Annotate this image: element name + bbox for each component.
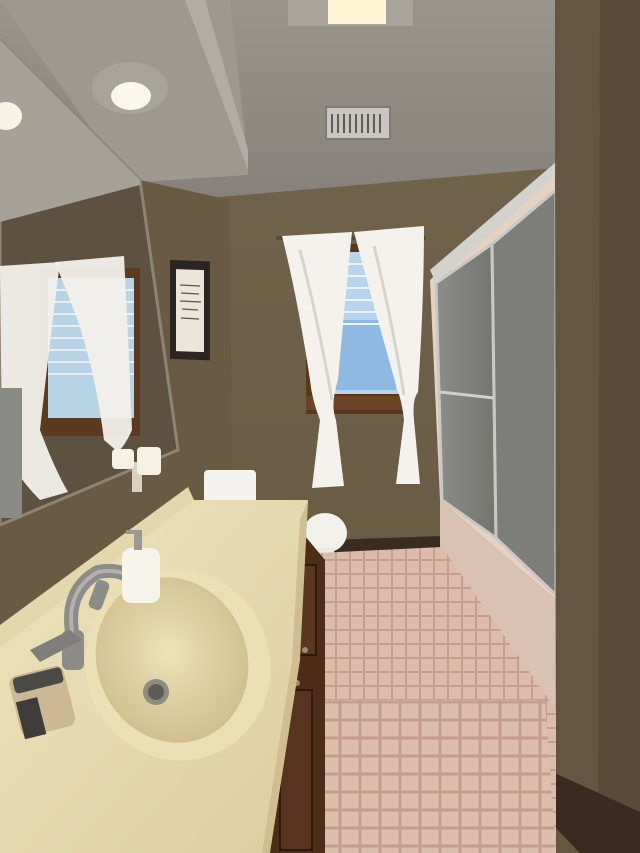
ceiling-fixture-light (328, 0, 386, 24)
soap-dispenser-body (122, 548, 160, 603)
mirror-shower-edge (0, 388, 22, 518)
tile-floor-near (318, 700, 556, 853)
bathroom-photo (0, 0, 640, 853)
sink-drain-inner (148, 684, 164, 700)
wall-art-mat (176, 269, 204, 353)
sconce-shade-right (137, 447, 161, 475)
cabinet-knob-1 (302, 647, 308, 653)
shower-glass-left (434, 241, 498, 541)
recessed-light-bulb (111, 82, 151, 110)
shower-glass-right (490, 186, 558, 599)
soap-dispenser-nozzle (126, 530, 140, 534)
door-frame-face (555, 0, 600, 820)
toilet-tank (204, 470, 256, 504)
sconce-shade-left (112, 449, 134, 469)
